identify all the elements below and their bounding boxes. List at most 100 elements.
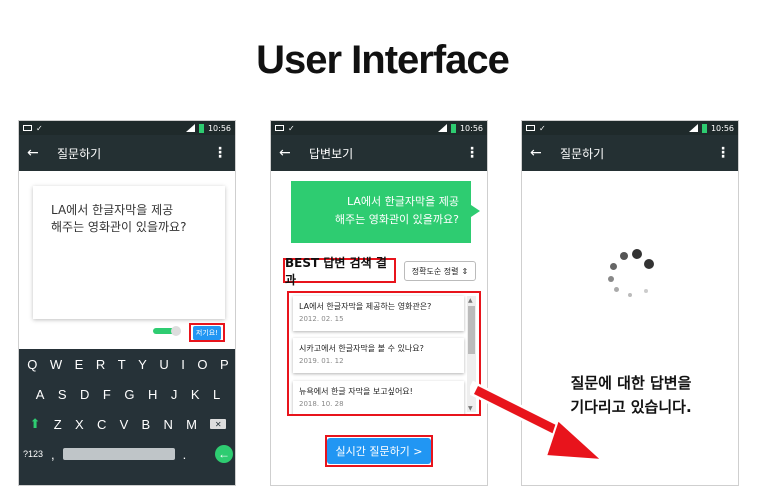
key[interactable]: P xyxy=(220,357,229,372)
space-bar[interactable] xyxy=(62,448,175,460)
toggle-switch[interactable] xyxy=(153,326,181,336)
key[interactable]: D xyxy=(80,387,89,402)
key[interactable]: F xyxy=(103,387,111,402)
page-title: User Interface xyxy=(256,38,510,82)
result-date: 2018. 10. 28 xyxy=(299,400,344,408)
check-icon: ✓ xyxy=(288,123,295,133)
app-bar-title: 질문하기 xyxy=(57,146,102,161)
key[interactable]: M xyxy=(186,417,197,432)
key[interactable]: N xyxy=(163,417,172,432)
best-results-heading: BEST 답변 검색 결과 xyxy=(283,256,396,287)
phone-ask-question: ✓ 10:56 ← 질문하기 ⋮ LA에서 한글자막을 제공 해주는 영화관이 … xyxy=(18,120,236,486)
mail-icon xyxy=(23,125,32,131)
select-arrows-icon: ⇕ xyxy=(461,266,469,276)
key[interactable]: V xyxy=(120,417,129,432)
key[interactable]: T xyxy=(118,357,126,372)
app-bar-title: 답변보기 xyxy=(309,146,354,161)
battery-icon xyxy=(701,123,707,133)
status-bar: ✓ 10:56 xyxy=(522,121,738,135)
list-item[interactable]: 뉴욕에서 한글 자막을 보고싶어요! 2018. 10. 28 xyxy=(293,381,464,414)
bubble-line1: LA에서 한글자막을 제공 xyxy=(347,195,459,208)
key[interactable]: I xyxy=(181,357,185,372)
keyboard-row-4: ?123 , . ← xyxy=(19,439,235,469)
list-item[interactable]: LA에서 한글자막을 제공하는 영화관은? 2012. 02. 15 xyxy=(293,296,464,331)
keyboard-row-3: ⬆ Z X C V B N M ✕ xyxy=(19,409,235,439)
status-bar: ✓ 10:56 xyxy=(271,121,487,135)
list-item[interactable]: 시카고에서 한글자막을 볼 수 있나요? 2019. 01. 12 xyxy=(293,338,464,373)
question-text-line1: LA에서 한글자막을 제공 xyxy=(51,203,174,217)
signal-icon xyxy=(437,124,447,132)
enter-icon[interactable]: ← xyxy=(215,445,233,463)
shift-icon[interactable]: ⬆ xyxy=(30,416,41,432)
result-title: 시카고에서 한글자막을 볼 수 있나요? xyxy=(299,344,424,353)
key[interactable]: Q xyxy=(27,357,37,372)
root: User Interface ✓ 10:56 ← 질문하기 ⋮ LA에서 한글자… xyxy=(0,0,765,503)
status-time: 10:56 xyxy=(207,123,231,133)
bubble-line2: 해주는 영화관이 있을까요? xyxy=(334,213,459,226)
key[interactable]: Y xyxy=(138,357,147,372)
back-arrow-icon[interactable]: ← xyxy=(27,145,49,161)
scrollbar-thumb[interactable] xyxy=(468,306,475,354)
battery-icon xyxy=(450,123,456,133)
result-title: LA에서 한글자막을 제공하는 영화관은? xyxy=(299,302,432,311)
keyboard: Q W E R T Y U I O P A S D F G H J K L ⬆ … xyxy=(19,349,235,485)
key[interactable]: C xyxy=(97,417,106,432)
key[interactable]: B xyxy=(142,417,151,432)
key[interactable]: W xyxy=(50,357,62,372)
question-bubble: LA에서 한글자막을 제공 해주는 영화관이 있을까요? xyxy=(291,181,480,243)
key[interactable]: K xyxy=(191,387,200,402)
comma-key[interactable]: , xyxy=(51,447,55,462)
result-date: 2012. 02. 15 xyxy=(299,315,344,323)
result-title: 뉴욕에서 한글 자막을 보고싶어요! xyxy=(299,387,413,396)
key[interactable]: X xyxy=(75,417,84,432)
loading-spinner-icon xyxy=(592,239,662,309)
key[interactable]: L xyxy=(213,387,220,402)
realtime-question-button[interactable]: 실시간 질문하기 > xyxy=(327,438,431,464)
result-date: 2019. 01. 12 xyxy=(299,357,344,365)
phone-view-answers: ✓ 10:56 ← 답변보기 ⋮ LA에서 한글자막을 제공 해주는 영화관이 … xyxy=(270,120,488,486)
sort-select[interactable]: 정확도순 정렬 ⇕ xyxy=(404,261,476,281)
flow-arrow-icon xyxy=(470,380,605,462)
key[interactable]: R xyxy=(96,357,105,372)
key[interactable]: H xyxy=(148,387,157,402)
check-icon: ✓ xyxy=(539,123,546,133)
more-menu-icon[interactable]: ⋮ xyxy=(213,145,227,161)
backspace-icon[interactable]: ✕ xyxy=(210,419,227,429)
app-bar-title: 질문하기 xyxy=(560,146,605,161)
realtime-button-highlight: 실시간 질문하기 > xyxy=(325,435,433,467)
check-icon: ✓ xyxy=(36,123,43,133)
key[interactable]: E xyxy=(75,357,84,372)
app-bar: ← 질문하기 ⋮ xyxy=(19,135,235,171)
mail-icon xyxy=(275,125,284,131)
results-list: LA에서 한글자막을 제공하는 영화관은? 2012. 02. 15 시카고에서… xyxy=(287,291,481,416)
key[interactable]: G xyxy=(124,387,134,402)
back-arrow-icon[interactable]: ← xyxy=(279,145,301,161)
question-text-line2: 해주는 영화관이 있을까요? xyxy=(51,220,187,234)
mail-icon xyxy=(526,125,535,131)
key[interactable]: Z xyxy=(54,417,62,432)
scroll-up-icon[interactable]: ▲ xyxy=(468,297,473,304)
back-arrow-icon[interactable]: ← xyxy=(530,145,552,161)
signal-icon xyxy=(185,124,195,132)
symbols-key[interactable]: ?123 xyxy=(23,449,43,459)
key[interactable]: A xyxy=(36,387,45,402)
sort-select-value: 정확도순 정렬 xyxy=(411,266,459,276)
period-key[interactable]: . xyxy=(183,447,187,462)
status-time: 10:56 xyxy=(459,123,483,133)
keyboard-row-1: Q W E R T Y U I O P xyxy=(19,349,235,379)
key[interactable]: U xyxy=(159,357,168,372)
battery-icon xyxy=(198,123,204,133)
key[interactable]: J xyxy=(171,387,178,402)
app-bar: ← 질문하기 ⋮ xyxy=(522,135,738,171)
send-button-highlight: 저기요! xyxy=(189,323,225,342)
status-time: 10:56 xyxy=(710,123,734,133)
keyboard-row-2: A S D F G H J K L xyxy=(19,379,235,409)
key[interactable]: S xyxy=(58,387,67,402)
more-menu-icon[interactable]: ⋮ xyxy=(465,145,479,161)
more-menu-icon[interactable]: ⋮ xyxy=(716,145,730,161)
send-button[interactable]: 저기요! xyxy=(192,325,222,340)
status-bar: ✓ 10:56 xyxy=(19,121,235,135)
app-bar: ← 답변보기 ⋮ xyxy=(271,135,487,171)
key[interactable]: O xyxy=(197,357,207,372)
question-input-card[interactable]: LA에서 한글자막을 제공 해주는 영화관이 있을까요? xyxy=(33,186,225,319)
